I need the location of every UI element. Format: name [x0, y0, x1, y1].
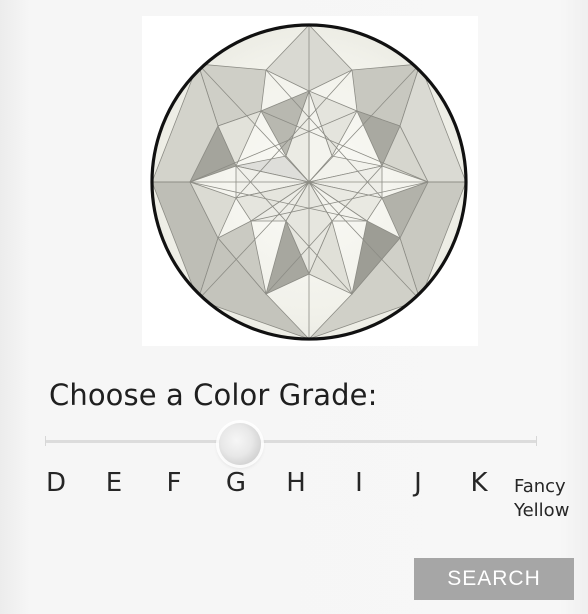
- diamond-image: [150, 23, 468, 341]
- grade-fancy-line-1: Fancy: [514, 476, 566, 497]
- grade-fancy-line-2: Yellow: [514, 500, 570, 521]
- grade-fancy-yellow[interactable]: Fancy Yellow: [514, 475, 584, 523]
- slider-tick-start: [45, 436, 46, 446]
- grade-j[interactable]: J: [404, 468, 432, 498]
- diamond-preview: [142, 16, 478, 346]
- slider-tick-end: [536, 436, 537, 446]
- grade-d[interactable]: D: [42, 468, 70, 498]
- slider-thumb[interactable]: [219, 423, 261, 465]
- grade-i[interactable]: I: [345, 468, 373, 498]
- grade-k[interactable]: K: [465, 468, 493, 498]
- color-grade-slider[interactable]: [45, 436, 537, 448]
- grade-g[interactable]: G: [222, 468, 250, 498]
- color-grade-panel: Choose a Color Grade: D E F G H I J K Fa…: [0, 0, 588, 614]
- grade-f[interactable]: F: [160, 468, 188, 498]
- search-button[interactable]: SEARCH: [414, 558, 574, 600]
- color-grade-heading: Choose a Color Grade:: [49, 378, 378, 412]
- grade-e[interactable]: E: [100, 468, 128, 498]
- grade-h[interactable]: H: [282, 468, 310, 498]
- slider-track-line: [45, 440, 537, 443]
